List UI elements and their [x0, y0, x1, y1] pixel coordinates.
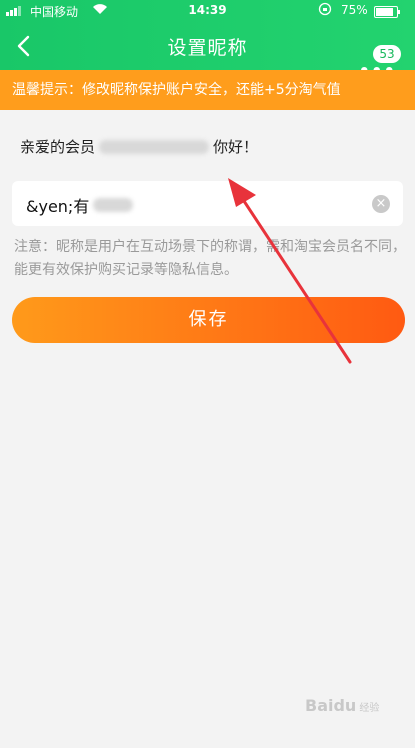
- annotation-arrow: [228, 178, 352, 364]
- orientation-lock-icon: [318, 2, 332, 19]
- baidu-watermark: Baidu 经验: [305, 696, 380, 715]
- nickname-field[interactable]: &yen;有 ×: [12, 181, 403, 226]
- greeting-prefix: 亲爱的会员: [20, 138, 96, 156]
- tip-banner: 温馨提示：修改昵称保护账户安全，还能+5分淘气值: [0, 70, 415, 110]
- greeting-suffix: 你好！: [213, 138, 259, 156]
- save-button[interactable]: 保存: [12, 297, 405, 343]
- nickname-input[interactable]: &yen;有: [26, 193, 137, 217]
- battery-percent: 75%: [341, 3, 368, 17]
- nickname-value: &yen;有: [26, 197, 90, 216]
- nickname-note: 注意：昵称是用户在互动场景下的称谓，需和淘宝会员名不同，能更有效保护购买记录等隐…: [14, 239, 406, 278]
- greeting: 亲爱的会员 你好！: [20, 136, 258, 157]
- header: 中国移动 14:39 75% 设置昵称 53 •••: [0, 0, 415, 81]
- status-bar: 中国移动 14:39 75%: [0, 0, 415, 22]
- redacted-nickname: [93, 198, 134, 212]
- redacted-username: [99, 139, 210, 154]
- page-title: 设置昵称: [167, 37, 248, 59]
- clear-input-icon[interactable]: ×: [372, 195, 390, 213]
- more-menu-button[interactable]: 53 •••: [358, 22, 409, 81]
- battery-icon: [374, 6, 400, 18]
